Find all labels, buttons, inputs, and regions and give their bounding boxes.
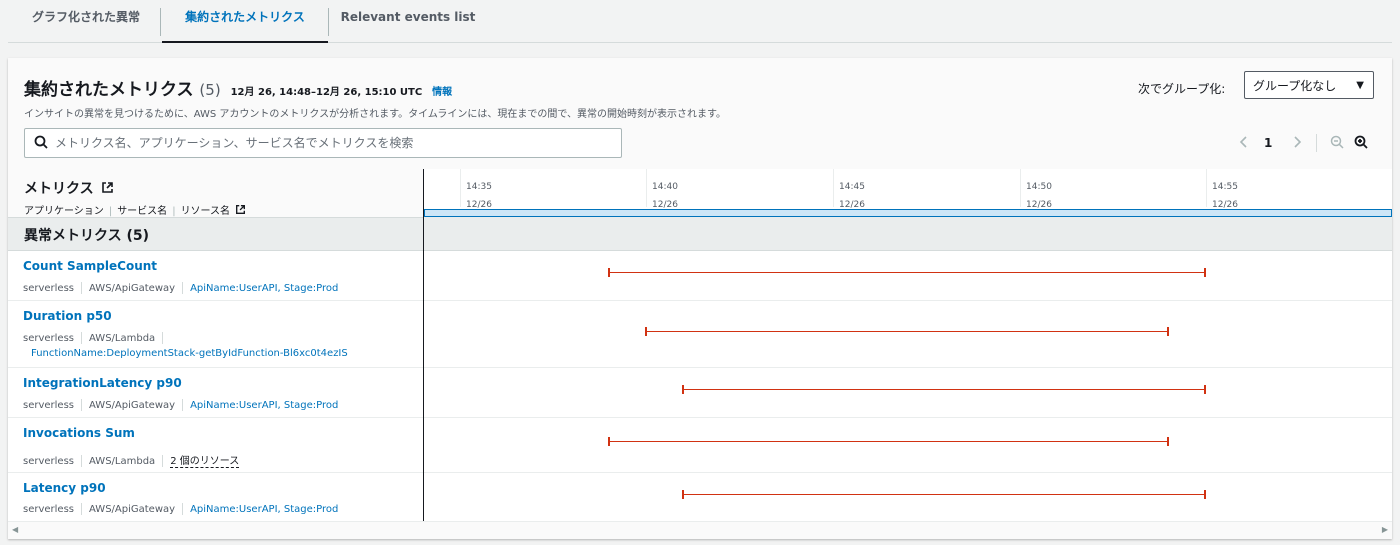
metrics-header: メトリクス [24,178,114,198]
aggregated-metrics-panel: 集約されたメトリクス (5) 12月 26, 14:48–12月 26, 15:… [8,58,1392,539]
tab-bar: グラフ化された異常 集約されたメトリクス Relevant events lis… [8,0,1392,43]
metrics-search [24,128,622,158]
caret-down-icon: ▼ [1356,80,1364,91]
tab-divider [160,8,161,36]
tick-line [833,169,834,207]
panel-title: 集約されたメトリクス [24,80,194,100]
group-by-label: 次でグループ化: [1138,82,1226,96]
tab-graphed-anomalies[interactable]: グラフ化された異常 [16,0,156,41]
time-range: 12月 26, 14:48–12月 26, 15:10 UTC [230,87,423,98]
subheader-resource: リソース名 [180,206,231,217]
subheader-application: アプリケーション [24,206,104,217]
prev-page-icon[interactable] [1238,134,1250,154]
search-icon [34,135,48,149]
next-page-icon[interactable] [1291,134,1303,154]
anomaly-bar[interactable] [608,437,1169,446]
tab-aggregated-metrics[interactable]: 集約されたメトリクス [162,0,328,43]
horizontal-scrollbar[interactable]: ◀ ▶ [8,521,1392,539]
search-input[interactable] [53,132,617,154]
anomaly-bar[interactable] [645,327,1169,336]
panel-description: インサイトの異常を見つけるために、AWS アカウントのメトリクスが分析されます。… [24,109,727,120]
zoom-out-icon[interactable] [1329,134,1345,150]
tab-relevant-events[interactable]: Relevant events list [334,0,482,41]
tick-line [460,169,461,207]
info-link[interactable]: 情報 [432,87,452,98]
external-link-icon[interactable] [101,181,114,194]
panel-header: 集約されたメトリクス (5) 12月 26, 14:48–12月 26, 15:… [8,58,1392,169]
group-by-select[interactable]: グループ化なし ▼ [1244,71,1374,99]
tick-line [1206,169,1207,207]
pager-divider [1316,134,1317,152]
anomaly-bar[interactable] [682,490,1206,499]
timeline-brush[interactable] [424,209,1392,217]
subheader-service: サービス名 [117,206,168,217]
column-subheaders: アプリケーション | サービス名 | リソース名 [24,202,246,217]
timeline-header: 14:35 12/26 14:40 12/26 14:45 12/26 14:50 12… [424,169,1392,217]
panel-title-line: 集約されたメトリクス (5) 12月 26, 14:48–12月 26, 15:… [24,75,452,100]
tick-line [646,169,647,207]
group-by-value: グループ化なし [1253,79,1337,93]
metrics-column: メトリクス アプリケーション | サービス名 | リソース名 [8,169,424,539]
metrics-column-header: メトリクス アプリケーション | サービス名 | リソース名 [8,169,423,218]
page-number[interactable]: 1 [1264,136,1272,156]
scroll-right-icon[interactable]: ▶ [1382,525,1388,534]
external-link-icon[interactable] [235,204,246,215]
tick-line [1020,169,1021,207]
anomaly-bar[interactable] [682,385,1206,394]
metric-count: (5) [199,81,221,99]
anomaly-bar[interactable] [608,268,1206,277]
zoom-in-icon[interactable] [1353,134,1369,150]
scroll-left-icon[interactable]: ◀ [12,525,18,534]
tab-divider [328,8,329,36]
